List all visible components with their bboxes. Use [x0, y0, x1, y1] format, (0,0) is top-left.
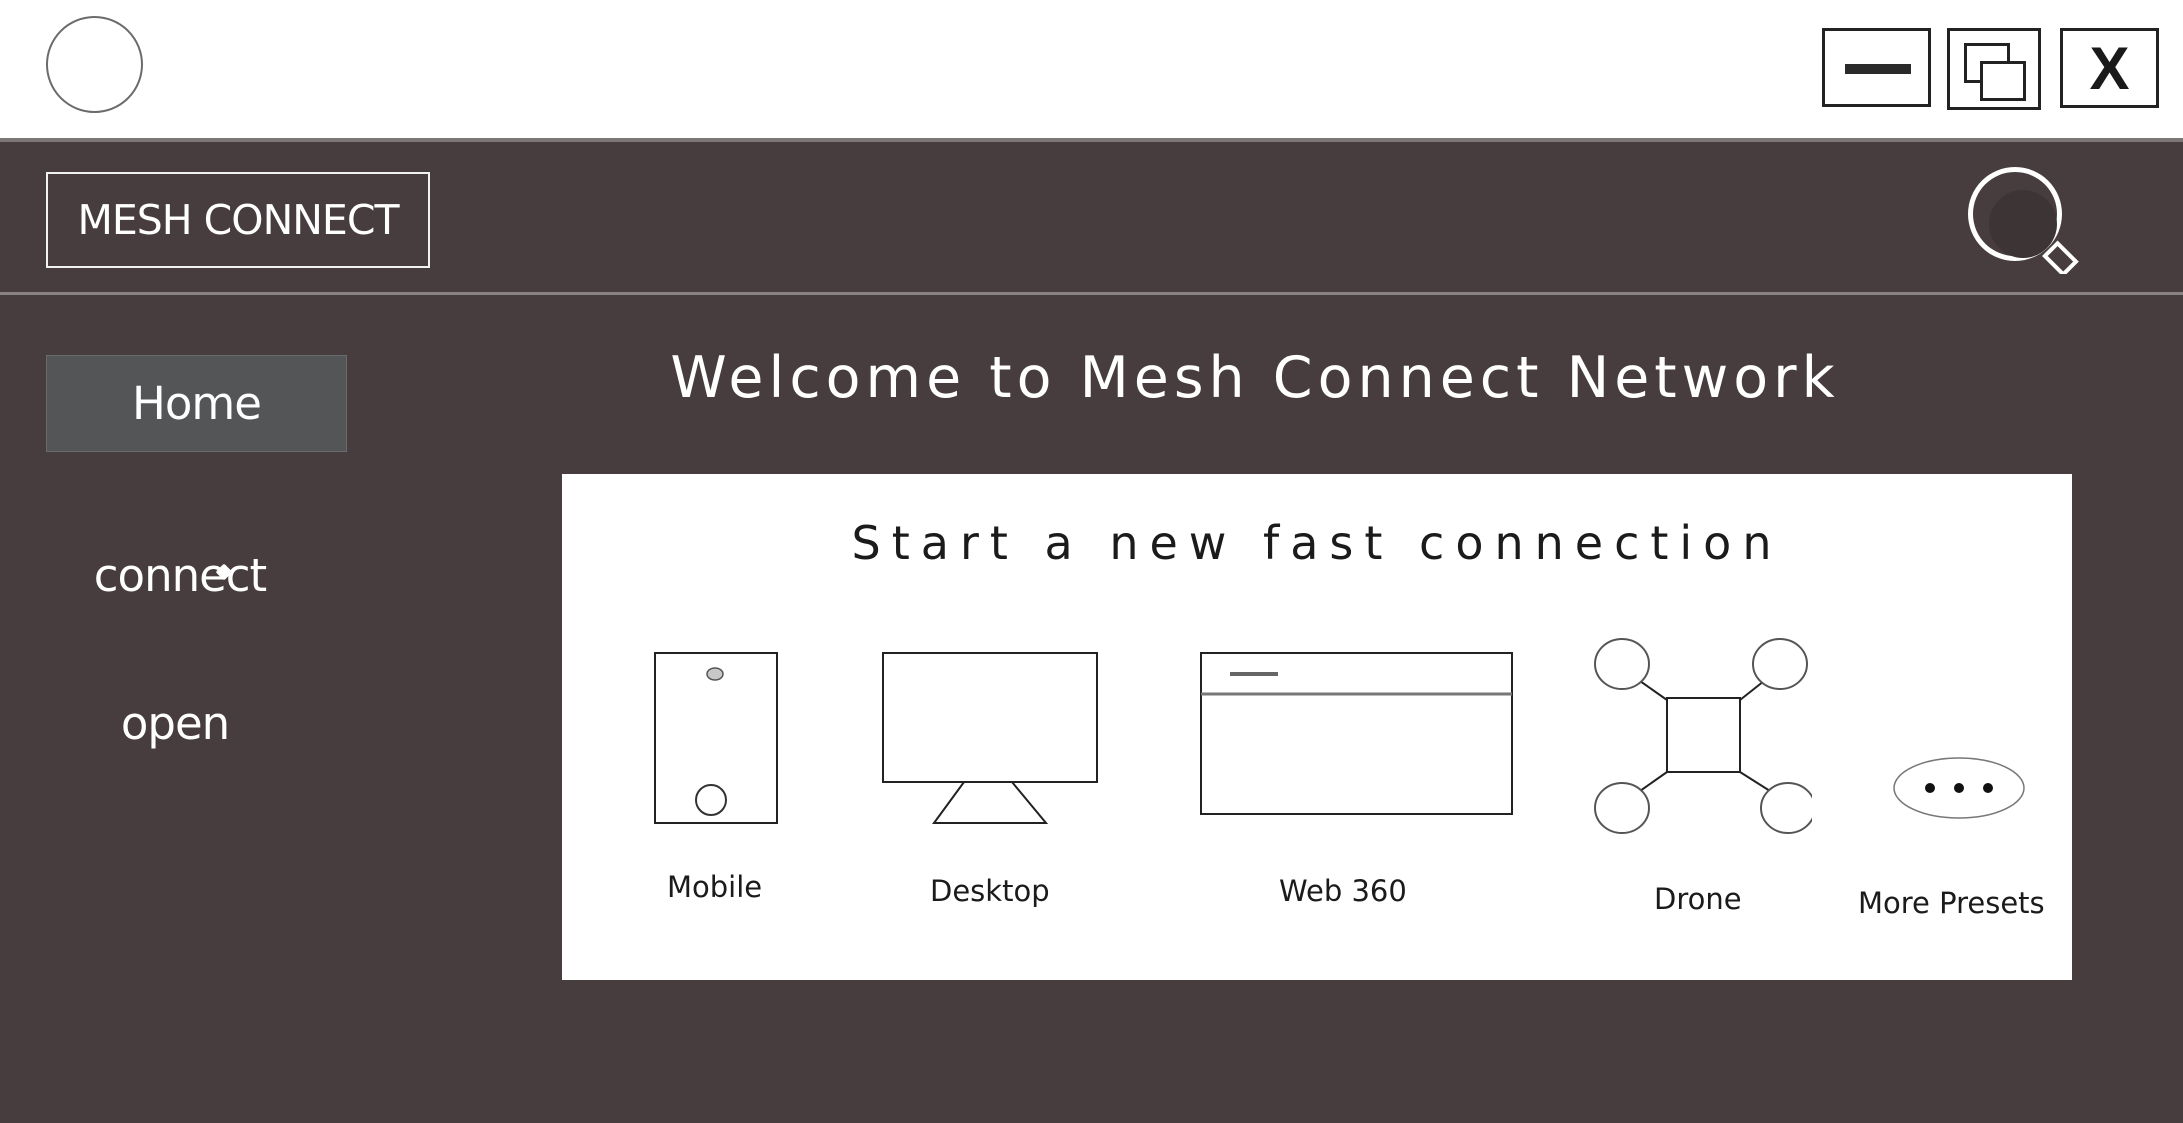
more-dots-icon [1893, 757, 2025, 819]
search-button[interactable] [1955, 164, 2085, 278]
restore-button[interactable] [1947, 28, 2041, 110]
sidebar-item-label: connect [93, 548, 267, 602]
sidebar-item-open[interactable]: open [70, 688, 280, 758]
sidebar-item-label: open [120, 696, 230, 750]
preset-mobile[interactable] [654, 652, 780, 827]
preset-drone[interactable] [1592, 636, 1816, 836]
preset-label: More Presets [1858, 886, 2045, 920]
preset-label: Drone [1654, 882, 1742, 916]
sidebar-item-label: Home [132, 377, 262, 430]
sidebar-item-home[interactable]: Home [46, 355, 347, 452]
new-connection-panel: Start a new fast connection Mobile Deskt… [562, 474, 2072, 980]
app-header: MESH CONNECT [0, 142, 2183, 295]
desktop-icon [882, 652, 1098, 824]
brand-logo[interactable]: MESH CONNECT [46, 172, 430, 268]
page-title: Welcome to Mesh Connect Network [670, 345, 1840, 411]
preset-label: Web 360 [1279, 874, 1407, 908]
close-icon: X [2089, 34, 2130, 102]
app-logo-circle [46, 16, 143, 113]
title-bar: X [0, 0, 2183, 142]
minimize-button[interactable] [1822, 28, 1931, 107]
browser-window-icon [1200, 652, 1513, 815]
search-icon [1968, 167, 2079, 278]
sidebar-item-connect[interactable]: connect [70, 540, 290, 610]
preset-web-360[interactable] [1200, 652, 1515, 818]
drone-icon [1594, 638, 1816, 834]
preset-label: Desktop [930, 874, 1050, 908]
preset-desktop[interactable] [882, 652, 1100, 830]
mobile-icon [654, 652, 778, 824]
panel-title: Start a new fast connection [851, 516, 1783, 570]
minimize-icon [1845, 64, 1911, 74]
restore-icon-front [1980, 61, 2026, 101]
preset-label: Mobile [667, 870, 763, 904]
preset-more[interactable] [1892, 756, 2026, 820]
close-button[interactable]: X [2060, 28, 2159, 108]
